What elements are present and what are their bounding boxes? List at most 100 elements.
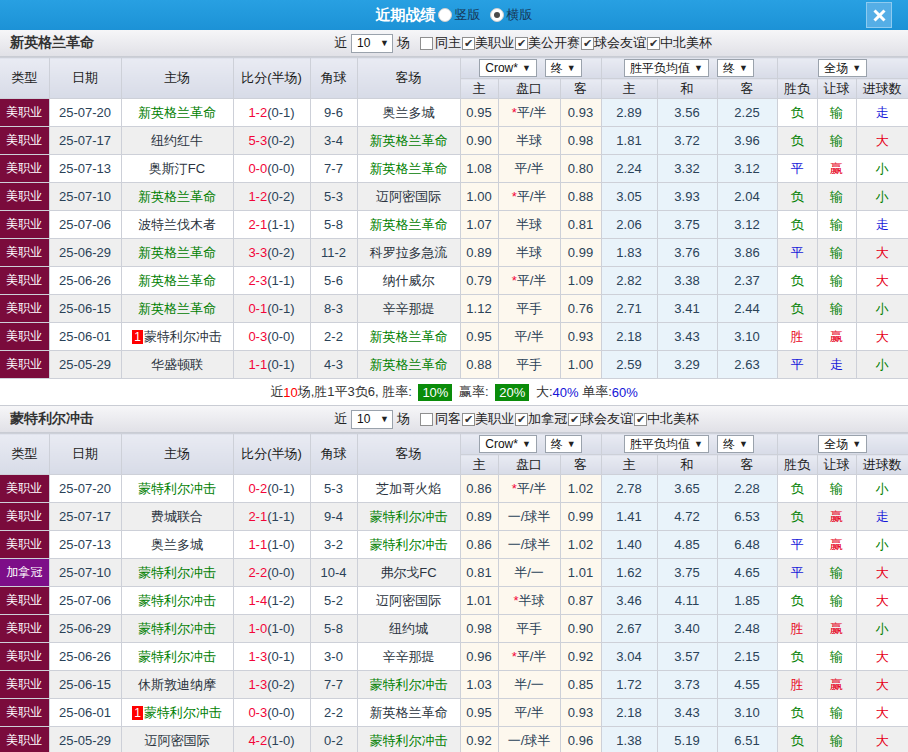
odds-away-cell: 1.02 [560,531,601,559]
away-team-cell: 迈阿密国际 [357,587,460,615]
corner-cell: 5-2 [310,587,357,615]
avg-draw-cell: 3.56 [657,99,717,127]
avg-draw-cell: 3.32 [657,155,717,183]
avg-lose-cell: 2.63 [717,351,777,379]
goals-result-cell: 小 [856,295,908,323]
avg-lose-cell: 3.86 [717,239,777,267]
chevron-down-icon: ▼ [694,439,703,449]
league-type-cell: 加拿冠 [0,559,49,587]
score-cell: 2-1(1-1) [233,503,310,531]
corner-cell: 11-2 [310,239,357,267]
scope-select[interactable]: 全场▼ [818,59,867,77]
league-checkbox-label: 美职业 [475,34,514,52]
radio-horizontal-layout[interactable] [490,8,504,22]
final-select-2[interactable]: 终▼ [717,59,754,77]
league-checkbox[interactable]: ✔ [515,413,528,426]
match-row: 美职业25-06-15新英格兰革命0-1(0-1)8-3辛辛那提1.12平手0.… [0,295,908,323]
goals-result-cell: 大 [856,559,908,587]
match-row: 美职业25-07-10新英格兰革命1-2(0-2)5-3迈阿密国际1.00*平/… [0,183,908,211]
scope-select[interactable]: 全场▼ [818,435,867,453]
away-team-cell: 新英格兰革命 [357,155,460,183]
goals-result-cell: 小 [856,475,908,503]
final-select[interactable]: 终▼ [545,435,582,453]
result-cell: 负 [777,295,817,323]
team-name: 新英格兰革命 [10,34,94,52]
odds-away-cell: 0.96 [560,727,601,752]
home-team-cell: 费城联合 [121,503,233,531]
odds-home-cell: 1.00 [460,183,498,211]
corner-cell: 4-3 [310,351,357,379]
avg-sub-header: 客 [717,79,777,99]
home-team-cell: 休斯敦迪纳摩 [121,671,233,699]
handicap-result-cell: 输 [817,267,856,295]
column-header-home: 主场 [121,434,233,475]
league-type-cell: 美职业 [0,351,49,379]
league-checkbox[interactable]: ✔ [462,413,475,426]
recent-count-value: 10 [357,36,370,50]
result-cell: 负 [777,475,817,503]
avg-select[interactable]: 胜平负均值▼ [624,435,709,453]
bookmaker-select[interactable]: Crow*▼ [479,435,537,453]
away-team-cell: 蒙特利尔冲击 [357,503,460,531]
radio-vertical-layout[interactable] [438,8,452,22]
close-button[interactable] [866,2,892,28]
league-checkbox[interactable]: ✔ [568,413,581,426]
chevron-down-icon: ▼ [852,63,861,73]
date-cell: 25-07-06 [49,587,121,615]
handicap-cell: 一/球半 [498,531,560,559]
match-row: 美职业25-05-29华盛顿联1-1(0-1)4-3新英格兰革命0.88平手1.… [0,351,908,379]
matches-table: 类型日期主场比分(半场)角球客场Crow*▼终▼胜平负均值▼终▼全场▼主盘口客主… [0,433,908,752]
handicap-result-cell: 输 [817,211,856,239]
handicap-cell: 半/一 [498,559,560,587]
goals-result-cell: 小 [856,531,908,559]
avg-sub-header: 和 [657,79,717,99]
handicap-cell: *平/半 [498,183,560,211]
match-row: 美职业25-06-26新英格兰革命2-3(1-1)5-6纳什威尔0.79*平/半… [0,267,908,295]
odds-away-cell: 1.01 [560,559,601,587]
bookmaker-select[interactable]: Crow*▼ [479,59,537,77]
home-team-cell: 新英格兰革命 [121,183,233,211]
avg-lose-cell: 2.37 [717,267,777,295]
avg-win-cell: 1.81 [601,127,657,155]
match-row: 美职业25-07-13奥兰多城1-1(1-0)3-2蒙特利尔冲击0.86一/球半… [0,531,908,559]
goals-result-cell: 大 [856,239,908,267]
league-checkbox[interactable]: ✔ [581,37,594,50]
date-cell: 25-07-10 [49,559,121,587]
handicap-result-cell: 输 [817,643,856,671]
away-team-cell: 纳什威尔 [357,267,460,295]
close-icon [872,8,887,23]
avg-select[interactable]: 胜平负均值▼ [624,59,709,77]
goals-result-cell: 小 [856,351,908,379]
avg-win-cell: 3.05 [601,183,657,211]
avg-lose-cell: 3.96 [717,127,777,155]
recent-count-select[interactable]: 10▼ [351,34,393,53]
final-select[interactable]: 终▼ [545,59,582,77]
league-checkbox[interactable]: ✔ [634,413,647,426]
final-select-2[interactable]: 终▼ [717,435,754,453]
match-row: 加拿冠25-07-10蒙特利尔冲击2-2(0-0)10-4弗尔戈FC0.81半/… [0,559,908,587]
league-checkbox-label: 球会友谊 [581,410,633,428]
league-type-cell: 美职业 [0,183,49,211]
away-team-cell: 新英格兰革命 [357,699,460,727]
goals-result-cell: 大 [856,267,908,295]
odds-away-cell: 0.99 [560,503,601,531]
radio-vertical-label[interactable]: 竖版 [455,6,481,24]
odds-away-cell: 0.93 [560,99,601,127]
radio-horizontal-label[interactable]: 横版 [507,6,533,24]
odds-home-cell: 0.89 [460,239,498,267]
score-cell: 4-2(1-0) [233,727,310,752]
chevron-down-icon: ▼ [852,439,861,449]
avg-draw-cell: 3.38 [657,267,717,295]
league-checkbox[interactable]: ✔ [515,37,528,50]
league-checkbox[interactable]: ✔ [647,37,660,50]
league-type-cell: 美职业 [0,323,49,351]
league-checkbox[interactable]: ✔ [462,37,475,50]
matches-label: 场 [397,34,410,52]
same-venue-checkbox[interactable] [420,413,433,426]
recent-count-select[interactable]: 10▼ [351,410,393,429]
match-row: 美职业25-07-20蒙特利尔冲击0-2(0-1)5-3芝加哥火焰0.86*平/… [0,475,908,503]
result-cell: 负 [777,267,817,295]
corner-cell: 9-4 [310,503,357,531]
date-cell: 25-05-29 [49,727,121,752]
same-venue-checkbox[interactable] [420,37,433,50]
